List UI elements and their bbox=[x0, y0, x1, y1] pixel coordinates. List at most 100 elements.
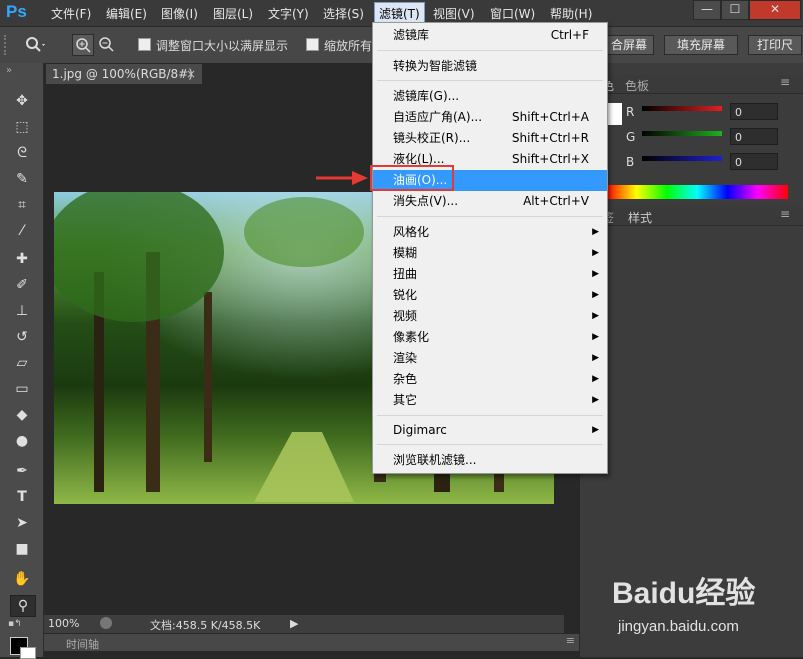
menu-item-blur[interactable]: 模糊 ▶ bbox=[373, 243, 607, 264]
menu-edit[interactable]: 编辑(E) bbox=[106, 5, 147, 21]
channel-r-value[interactable]: 0 bbox=[730, 103, 778, 120]
minimize-button[interactable]: — bbox=[693, 0, 721, 20]
resize-windows-label: 调整窗口大小以满屏显示 bbox=[156, 39, 289, 53]
menu-type[interactable]: 文字(Y) bbox=[268, 5, 309, 21]
eyedropper-tool-icon[interactable]: ⁄ bbox=[10, 221, 34, 241]
photoshop-logo: Ps bbox=[6, 2, 27, 21]
move-tool-icon[interactable]: ✥ bbox=[10, 91, 34, 111]
timeline-tab[interactable]: 时间轴 bbox=[66, 636, 99, 652]
menu-item-digimarc[interactable]: Digimarc ▶ bbox=[373, 420, 607, 441]
maximize-button[interactable]: ☐ bbox=[721, 0, 749, 20]
channel-r-slider[interactable] bbox=[642, 106, 722, 111]
tab-swatches[interactable]: 色板 bbox=[625, 77, 649, 94]
document-info: 文档:458.5 K/458.5K bbox=[150, 619, 261, 632]
fill-screen-button[interactable]: 填充屏幕 bbox=[664, 35, 738, 55]
lasso-tool-icon[interactable]: ᘓ bbox=[10, 143, 34, 163]
tab-styles[interactable]: 样式 bbox=[628, 209, 652, 226]
baidu-watermark: Baidu经验 jingyan.baidu.com bbox=[612, 568, 802, 648]
history-brush-tool-icon[interactable]: ↺ bbox=[10, 327, 34, 347]
grip-handle[interactable] bbox=[4, 35, 12, 55]
brush-tool-icon[interactable]: ✐ bbox=[10, 275, 34, 295]
submenu-arrow-icon: ▶ bbox=[592, 374, 599, 384]
filter-dropdown-menu: 滤镜库 Ctrl+F 转换为智能滤镜 滤镜库(G)... 自适应广角(A)... S… bbox=[372, 22, 608, 474]
submenu-arrow-icon: ▶ bbox=[592, 269, 599, 279]
menu-item-stylize[interactable]: 风格化 ▶ bbox=[373, 222, 607, 243]
menu-item-render[interactable]: 渲染 ▶ bbox=[373, 348, 607, 369]
document-tab-title: 1.jpg @ 100%(RGB/8#) bbox=[52, 67, 193, 81]
dodge-tool-icon[interactable]: ● bbox=[10, 431, 34, 451]
healing-brush-tool-icon[interactable]: ✚ bbox=[10, 249, 34, 269]
panel-menu-icon[interactable]: ≡ bbox=[780, 75, 790, 89]
zoom-in-icon[interactable] bbox=[72, 34, 94, 56]
menu-item-noise[interactable]: 杂色 ▶ bbox=[373, 369, 607, 390]
background-color-swatch[interactable] bbox=[20, 647, 36, 659]
channel-g-slider[interactable] bbox=[642, 131, 722, 136]
red-arrow-annotation bbox=[316, 171, 368, 185]
submenu-arrow-icon: ▶ bbox=[592, 248, 599, 258]
crop-tool-icon[interactable]: ⌗ bbox=[10, 195, 34, 215]
hand-tool-icon[interactable]: ✋ bbox=[10, 569, 34, 589]
path-select-tool-icon[interactable]: ➤ bbox=[10, 513, 34, 533]
menu-file[interactable]: 文件(F) bbox=[51, 5, 91, 21]
channel-b-label: B bbox=[626, 155, 635, 169]
submenu-arrow-icon: ▶ bbox=[592, 311, 599, 321]
panel-menu-icon[interactable]: ≡ bbox=[780, 207, 790, 221]
menu-separator bbox=[377, 444, 603, 445]
color-spectrum-bar[interactable] bbox=[606, 185, 788, 199]
menu-item-video[interactable]: 视频 ▶ bbox=[373, 306, 607, 327]
menu-image[interactable]: 图像(I) bbox=[161, 5, 198, 21]
tools-panel: » ✥ ⬚ ᘓ ✎ ⌗ ⁄ ✚ ✐ ⊥ ↺ ▱ ▭ ◆ ● ✒ T ➤ ■ ✋ … bbox=[0, 63, 44, 659]
zoom-out-icon[interactable] bbox=[96, 34, 116, 54]
close-button[interactable]: ✕ bbox=[749, 0, 801, 20]
channel-b-slider[interactable] bbox=[642, 156, 722, 161]
menu-help[interactable]: 帮助(H) bbox=[550, 5, 592, 21]
shape-tool-icon[interactable]: ■ bbox=[10, 539, 34, 559]
fit-screen-button[interactable]: 合屏幕 bbox=[604, 35, 654, 55]
zoom-tool-icon[interactable] bbox=[24, 36, 46, 57]
stamp-tool-icon[interactable]: ⊥ bbox=[10, 301, 34, 321]
menu-item-lens-correction[interactable]: 镜头校正(R)... Shift+Ctrl+R bbox=[373, 128, 607, 149]
submenu-arrow-icon: ▶ bbox=[592, 227, 599, 237]
menu-item-distort[interactable]: 扭曲 ▶ bbox=[373, 264, 607, 285]
menu-item-adaptive-wide-angle[interactable]: 自适应广角(A)... Shift+Ctrl+A bbox=[373, 107, 607, 128]
menu-item-other[interactable]: 其它 ▶ bbox=[373, 390, 607, 411]
blur-tool-icon[interactable]: ◆ bbox=[10, 405, 34, 425]
menu-select[interactable]: 选择(S) bbox=[323, 5, 364, 21]
status-menu-arrow-icon[interactable]: ▶ bbox=[290, 617, 298, 630]
menu-layer[interactable]: 图层(L) bbox=[213, 5, 253, 21]
print-size-button[interactable]: 打印尺 bbox=[748, 35, 802, 55]
zoom-all-checkbox[interactable] bbox=[306, 38, 319, 51]
menu-item-pixelate[interactable]: 像素化 ▶ bbox=[373, 327, 607, 348]
eraser-tool-icon[interactable]: ▱ bbox=[10, 353, 34, 373]
close-tab-icon[interactable]: × bbox=[186, 64, 196, 84]
channel-r-label: R bbox=[626, 105, 635, 119]
document-tab[interactable]: 1.jpg @ 100%(RGB/8#) × bbox=[46, 64, 202, 84]
resize-windows-checkbox[interactable] bbox=[138, 38, 151, 51]
pen-tool-icon[interactable]: ✒ bbox=[10, 461, 34, 481]
menu-item-filter-gallery[interactable]: 滤镜库(G)... bbox=[373, 86, 607, 107]
menu-item-filter-gallery-last[interactable]: 滤镜库 Ctrl+F bbox=[373, 25, 607, 46]
panel-menu-icon[interactable]: ≡ bbox=[566, 634, 575, 647]
menu-view[interactable]: 视图(V) bbox=[433, 5, 475, 21]
marquee-tool-icon[interactable]: ⬚ bbox=[10, 117, 34, 137]
menu-window[interactable]: 窗口(W) bbox=[490, 5, 535, 21]
zoom-tool-icon[interactable]: ⚲ bbox=[10, 595, 36, 617]
timeline-bar: 时间轴 ≡ bbox=[44, 634, 579, 651]
channel-g-label: G bbox=[626, 130, 636, 144]
collapse-icon[interactable]: » bbox=[6, 65, 12, 76]
gradient-tool-icon[interactable]: ▭ bbox=[10, 379, 34, 399]
zoom-level[interactable]: 100% bbox=[48, 617, 79, 630]
submenu-arrow-icon: ▶ bbox=[592, 332, 599, 342]
channel-b-value[interactable]: 0 bbox=[730, 153, 778, 170]
channel-g-value[interactable]: 0 bbox=[730, 128, 778, 145]
menu-item-browse-filters-online[interactable]: 浏览联机滤镜... bbox=[373, 450, 607, 471]
type-tool-icon[interactable]: T bbox=[10, 487, 34, 507]
default-colors-icon[interactable]: ▪↰ bbox=[8, 619, 22, 629]
status-options-icon[interactable] bbox=[100, 617, 112, 629]
menu-item-convert-smart-filters[interactable]: 转换为智能滤镜 bbox=[373, 56, 607, 77]
menu-filter[interactable]: 滤镜(T) bbox=[374, 2, 425, 24]
menu-separator bbox=[377, 415, 603, 416]
quick-select-tool-icon[interactable]: ✎ bbox=[10, 169, 34, 189]
menu-item-sharpen[interactable]: 锐化 ▶ bbox=[373, 285, 607, 306]
menu-item-vanishing-point[interactable]: 消失点(V)... Alt+Ctrl+V bbox=[373, 191, 607, 212]
